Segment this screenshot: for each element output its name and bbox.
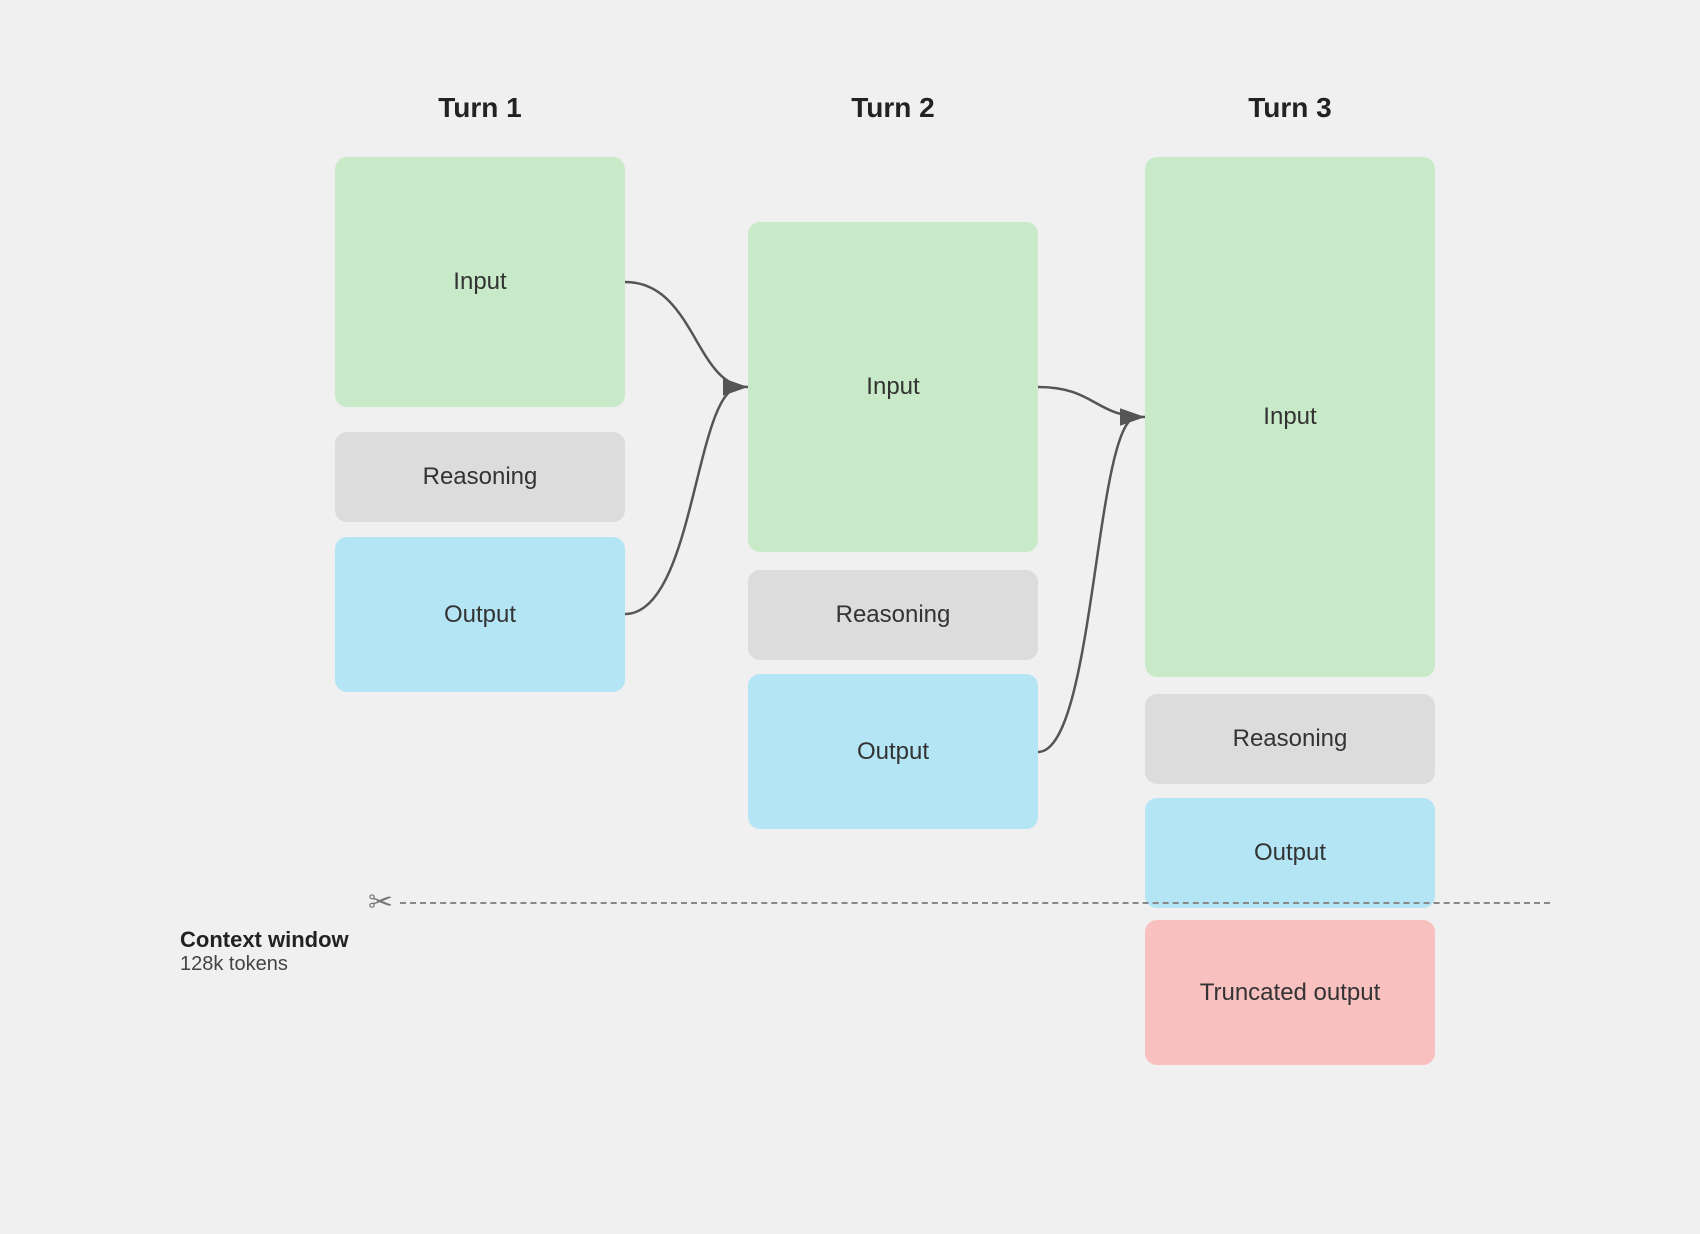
turn3-label: Turn 3 bbox=[1145, 92, 1435, 124]
t2-reason-block: Reasoning bbox=[748, 570, 1038, 660]
context-window-label: Context window 128k tokens bbox=[180, 927, 349, 976]
t1-output-block: Output bbox=[335, 537, 625, 692]
t1-input-block: Input bbox=[335, 157, 625, 407]
t2-input-block: Input bbox=[748, 222, 1038, 552]
turn1-label: Turn 1 bbox=[335, 92, 625, 124]
context-window-title: Context window bbox=[180, 927, 349, 953]
t3-output-block: Output bbox=[1145, 798, 1435, 908]
context-window-line bbox=[400, 902, 1550, 904]
t3-input-block: Input bbox=[1145, 157, 1435, 677]
turn2-label: Turn 2 bbox=[748, 92, 1038, 124]
t3-reason-block: Reasoning bbox=[1145, 694, 1435, 784]
t3-truncated-block: Truncated output bbox=[1145, 920, 1435, 1065]
t1-reason-block: Reasoning bbox=[335, 432, 625, 522]
diagram: Turn 1 Turn 2 Turn 3 Input Reasoning Out… bbox=[150, 92, 1550, 1142]
context-window-sub: 128k tokens bbox=[180, 953, 349, 976]
scissors-icon: ✂ bbox=[368, 885, 393, 920]
t2-output-block: Output bbox=[748, 674, 1038, 829]
